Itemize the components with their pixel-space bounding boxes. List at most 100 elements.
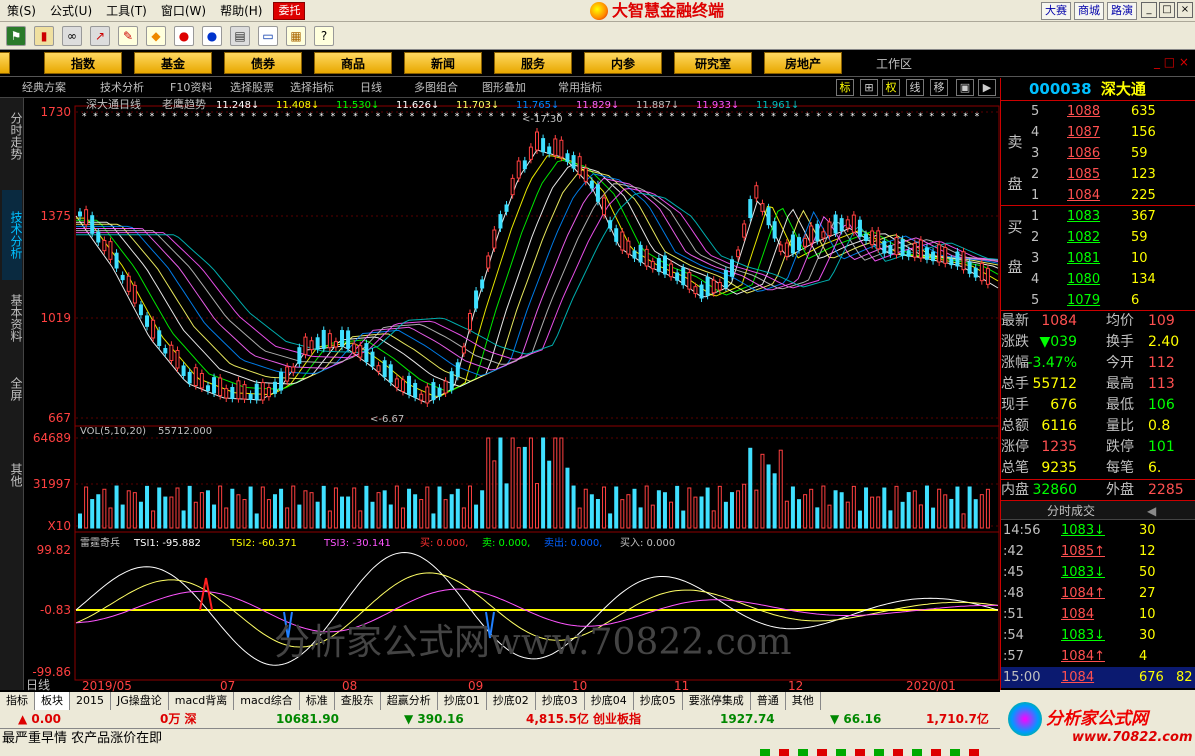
- candle-body: [175, 349, 180, 369]
- bottom-tab[interactable]: 抄底04: [585, 692, 634, 710]
- an-tech-analysis[interactable]: 技术分析: [100, 80, 144, 96]
- window-icon[interactable]: ▭: [258, 25, 278, 46]
- an-select-stock[interactable]: 选择股票: [230, 80, 274, 96]
- bottom-tab[interactable]: 抄底02: [487, 692, 536, 710]
- circle-red-icon[interactable]: ●: [174, 25, 194, 46]
- volume-bar: [413, 494, 418, 529]
- candle-body: [291, 366, 296, 373]
- asks-list: 5 1088 635 4 1087 156 3 1086 59 2 1085 123 1 1084 225: [1001, 101, 1195, 206]
- bottom-tab[interactable]: 超赢分析: [381, 692, 438, 710]
- menu-item-formula[interactable]: 公式(U): [43, 0, 99, 22]
- nav-commodity[interactable]: 商品: [314, 52, 392, 74]
- an-select-indicator[interactable]: 选择指标: [290, 80, 334, 96]
- an-btn-right[interactable]: 权: [882, 79, 900, 96]
- bottom-tab[interactable]: 普通: [751, 692, 786, 710]
- an-overlay[interactable]: 图形叠加: [482, 80, 526, 96]
- flag-icon[interactable]: ⚑: [6, 25, 26, 46]
- bottom-tab[interactable]: 2015: [70, 692, 111, 710]
- an-btn-crosshair[interactable]: ⊞: [860, 79, 878, 96]
- an-btn-mark[interactable]: 标: [836, 79, 854, 96]
- menu-item-help[interactable]: 帮助(H): [213, 0, 269, 22]
- volume-bar: [845, 501, 850, 529]
- minimize-icon[interactable]: _: [1141, 2, 1157, 18]
- circle-blue-icon[interactable]: ●: [202, 25, 222, 46]
- signal-star: *: [218, 112, 223, 122]
- vtab-timeshare[interactable]: 分时走势: [2, 104, 23, 168]
- bottom-tab[interactable]: 抄底01: [438, 692, 487, 710]
- bottom-tab[interactable]: JG操盘论: [111, 692, 169, 710]
- close-icon[interactable]: ×: [1177, 2, 1193, 18]
- an-common-indicator[interactable]: 常用指标: [558, 80, 602, 96]
- workzone-window-icons[interactable]: _ □ ×: [1154, 55, 1189, 69]
- ticks-header-label[interactable]: 分时成交: [1047, 501, 1095, 521]
- bars-icon[interactable]: ▮: [34, 25, 54, 46]
- nav-bond[interactable]: 债券: [224, 52, 302, 74]
- vtab-fundamentals[interactable]: 基本资料: [2, 286, 23, 350]
- bottom-tab[interactable]: 指标: [0, 692, 35, 710]
- bottom-tab[interactable]: 抄底05: [634, 692, 683, 710]
- nav-realestate[interactable]: 房地产: [764, 52, 842, 74]
- bottom-tab[interactable]: macd综合: [234, 692, 300, 710]
- weituo-button[interactable]: 委托: [273, 1, 306, 20]
- quicklink-mall[interactable]: 商城: [1074, 2, 1104, 20]
- nav-service[interactable]: 服务: [494, 52, 572, 74]
- note-icon[interactable]: ✎: [118, 25, 138, 46]
- nav-research[interactable]: 研究室: [674, 52, 752, 74]
- grid-icon[interactable]: ▦: [286, 25, 306, 46]
- tick-volume: 12: [1139, 544, 1156, 559]
- an-btn-line[interactable]: 线: [906, 79, 924, 96]
- bottom-tab[interactable]: 查股东: [335, 692, 381, 710]
- an-classic-scheme[interactable]: 经典方案: [22, 80, 66, 96]
- nav-news[interactable]: 新闻: [404, 52, 482, 74]
- candle-body: [766, 207, 771, 226]
- vtab-fullscreen[interactable]: 全屏: [2, 374, 23, 404]
- nav-index[interactable]: 指数: [44, 52, 122, 74]
- binoculars-icon[interactable]: ∞: [62, 25, 82, 46]
- print-icon[interactable]: ▤: [230, 25, 250, 46]
- status-news-text[interactable]: 最严重早情 农产品涨价在即: [2, 731, 162, 746]
- workzone-label[interactable]: 工作区: [876, 55, 912, 72]
- candle-body: [955, 251, 960, 267]
- help-pointer-icon[interactable]: ?: [314, 25, 334, 46]
- bid-price: 1082: [1067, 230, 1101, 245]
- tick-row: 15:00 1084 676 82: [1001, 667, 1195, 688]
- tick-price: 1084: [1061, 607, 1095, 622]
- nav-fund[interactable]: 基金: [134, 52, 212, 74]
- quote-label: 跌停: [1106, 439, 1134, 455]
- menu-item-strategy[interactable]: 策(S): [0, 0, 43, 22]
- nav-stock[interactable]: 股: [0, 52, 10, 74]
- diamond-icon[interactable]: ◆: [146, 25, 166, 46]
- kline-chart-area[interactable]: * * * * * * * * * * * * * * * * * * * * * * * * * * * * * * * * * * * * * * * *…: [24, 98, 1000, 692]
- chart-icon[interactable]: ↗: [90, 25, 110, 46]
- maximize-icon[interactable]: □: [1159, 2, 1175, 18]
- bottom-tab[interactable]: 其他: [786, 692, 821, 710]
- bottom-tab[interactable]: 要涨停集成: [683, 692, 751, 710]
- an-btn-expand[interactable]: ▶: [978, 79, 996, 96]
- x-axis-tick: 11: [674, 679, 689, 692]
- an-daily[interactable]: 日线: [360, 80, 382, 96]
- bottom-tab[interactable]: macd背离: [169, 692, 235, 710]
- vtab-other[interactable]: 其他: [2, 460, 23, 490]
- vtab-tech-analysis[interactable]: 技术分析: [2, 190, 23, 280]
- menu-item-tools[interactable]: 工具(T): [99, 0, 154, 22]
- menu-item-window[interactable]: 窗口(W): [154, 0, 213, 22]
- tick-row: 14:56 1083↓ 30: [1001, 520, 1195, 541]
- volume-bar: [742, 483, 747, 529]
- signal-star: *: [624, 112, 629, 122]
- quicklink-roadshow[interactable]: 路演: [1107, 2, 1137, 20]
- bottom-tab[interactable]: 板块: [35, 692, 70, 710]
- an-btn-window[interactable]: ▣: [956, 79, 974, 96]
- volume-bar: [364, 485, 369, 529]
- an-f10[interactable]: F10资料: [170, 80, 212, 96]
- volume-bar: [254, 513, 259, 529]
- an-btn-move[interactable]: 移: [930, 79, 948, 96]
- nav-insider[interactable]: 内参: [584, 52, 662, 74]
- quicklink-contest[interactable]: 大赛: [1041, 2, 1071, 20]
- status-down-icon: [931, 749, 941, 756]
- bottom-tab[interactable]: 标准: [300, 692, 335, 710]
- x-axis-mode[interactable]: 日线: [26, 678, 50, 692]
- bottom-tab[interactable]: 抄底03: [536, 692, 585, 710]
- ticks-header-chevron-icon[interactable]: ◀: [1147, 501, 1156, 521]
- candle-body: [961, 251, 966, 271]
- an-multi-chart[interactable]: 多图组合: [414, 80, 458, 96]
